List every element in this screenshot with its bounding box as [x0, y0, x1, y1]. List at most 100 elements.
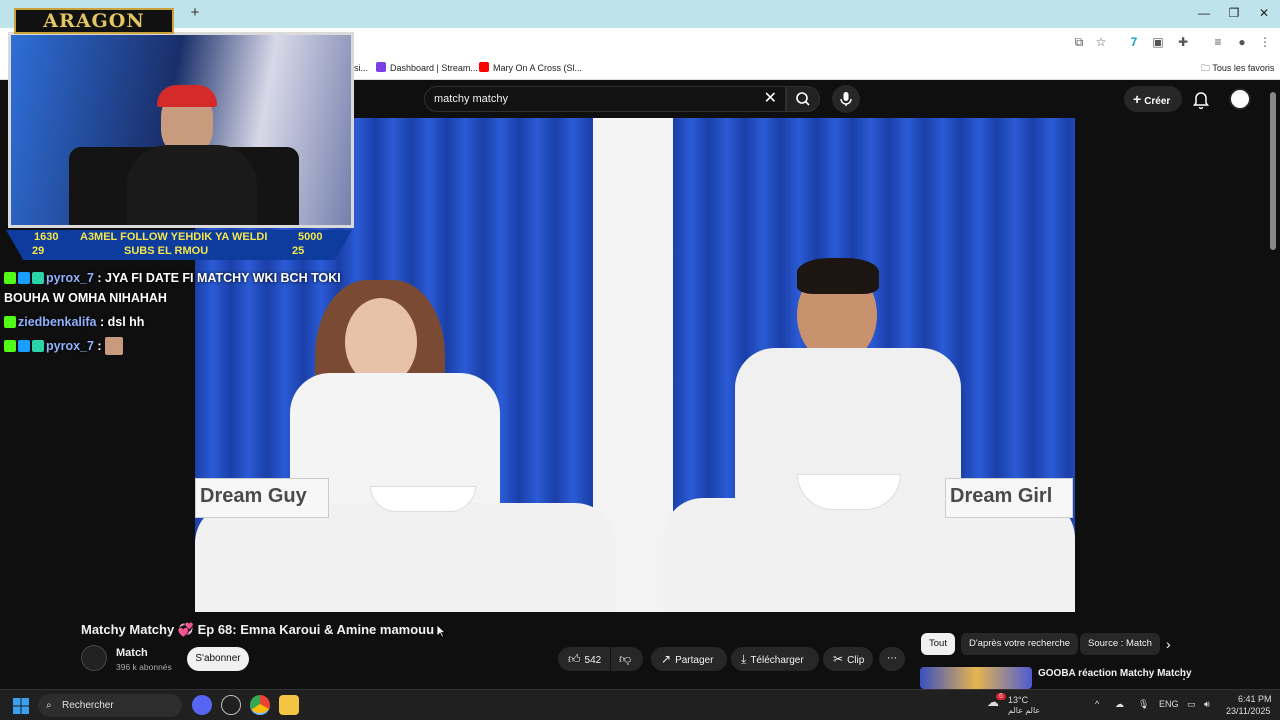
- video-title: Matchy Matchy 💞 Ep 68: Emna Karoui & Ami…: [81, 622, 435, 637]
- maximize-button[interactable]: ❐: [1227, 6, 1241, 20]
- cast-icon[interactable]: ⧉: [1072, 35, 1086, 49]
- file-explorer-icon[interactable]: [279, 695, 299, 715]
- share-icon: ↗: [661, 652, 672, 666]
- dislike-button[interactable]: 👎︎: [611, 647, 643, 671]
- kick-badge-icon: [4, 316, 16, 328]
- recommendation-thumbnail[interactable]: [920, 667, 1032, 689]
- more-actions-button[interactable]: ⋯: [879, 647, 905, 671]
- chevron-right-icon[interactable]: ›: [1166, 636, 1171, 652]
- screenshot-icon[interactable]: ▣: [1151, 35, 1165, 49]
- stat-followers: 1630: [34, 231, 59, 243]
- obs-icon[interactable]: [221, 695, 241, 715]
- emote-icon: [105, 337, 124, 355]
- chrome-icon[interactable]: [250, 695, 270, 715]
- windows-taskbar: ⌕ Rechercher ☁ 6 13°C عالم عالم ^ ☁ 🎙︎ EN…: [0, 689, 1280, 720]
- channel-avatar[interactable]: [81, 645, 107, 671]
- man-hair: [797, 258, 879, 294]
- share-button[interactable]: ↗ Partager: [651, 647, 727, 671]
- chat-message: pyrox_7 : JYA FI DATE FI MATCHY WKI BCH …: [4, 271, 341, 305]
- close-window-button[interactable]: ✕: [1257, 6, 1271, 20]
- bookmark-mary[interactable]: Mary On A Cross (Sl...: [479, 61, 582, 75]
- plus-icon: +: [1133, 91, 1142, 107]
- clear-search-icon[interactable]: ✕: [764, 90, 777, 108]
- browser-tab-bar: + — ❐ ✕: [0, 0, 1280, 28]
- stat-banner: A3MEL FOLLOW YEHDIK YA WELDI: [80, 231, 268, 243]
- search-icon: ⌕: [46, 700, 52, 711]
- channel-name[interactable]: Match: [116, 647, 148, 659]
- chat-message: pyrox_7 :: [0, 336, 350, 356]
- profile-icon[interactable]: ●: [1235, 35, 1249, 49]
- account-avatar[interactable]: [1229, 88, 1251, 110]
- search-button[interactable]: [786, 86, 820, 112]
- dream-guy-sign: Dream Guy: [195, 478, 329, 518]
- subscriber-count: 396 k abonnés: [116, 662, 172, 672]
- extension-icon[interactable]: 7: [1127, 35, 1141, 49]
- voice-search-button[interactable]: [832, 85, 860, 113]
- discord-icon[interactable]: [192, 695, 212, 715]
- bookmark-star-icon[interactable]: ☆: [1094, 35, 1108, 49]
- windows-start-icon[interactable]: [13, 698, 29, 714]
- clock-date[interactable]: 23/11/2025: [1226, 706, 1270, 716]
- new-tab-button[interactable]: +: [188, 5, 202, 21]
- download-icon: ⤓: [741, 652, 747, 666]
- search-icon: [796, 92, 810, 106]
- network-icon[interactable]: ▭: [1187, 699, 1196, 710]
- streamlabs-icon: [376, 62, 386, 72]
- sub-badge-icon: [32, 272, 44, 284]
- bookmark-dashboard[interactable]: Dashboard | Stream...: [376, 61, 478, 75]
- chip-all[interactable]: Tout: [921, 633, 955, 655]
- tray-chevron-icon[interactable]: ^: [1095, 699, 1099, 709]
- bowl-left: [370, 486, 476, 512]
- page-scrollbar[interactable]: [1270, 92, 1276, 250]
- verified-badge-icon: [18, 340, 30, 352]
- mouse-cursor-icon: [436, 624, 446, 638]
- stat-goal: 5000: [298, 231, 323, 243]
- stream-chat: pyrox_7 : JYA FI DATE FI MATCHY WKI BCH …: [0, 268, 350, 356]
- taskbar-search[interactable]: ⌕ Rechercher: [38, 694, 182, 717]
- create-button[interactable]: + Créer: [1124, 86, 1182, 112]
- all-bookmarks[interactable]: 🗀 Tous les favoris: [1201, 61, 1274, 75]
- more-icon: ⋯: [887, 653, 897, 664]
- media-icon[interactable]: ≡: [1211, 35, 1225, 49]
- webcam-overlay: [8, 32, 354, 228]
- thumbs-down-icon: 👎︎: [619, 652, 632, 666]
- puzzle-icon[interactable]: ✚: [1176, 35, 1190, 49]
- language-indicator[interactable]: ENG: [1159, 699, 1179, 709]
- stat-subs-goal: 25: [292, 245, 305, 257]
- aragon-logo: ARAGON: [14, 8, 174, 34]
- sub-badge-icon: [32, 340, 44, 352]
- notification-badge: 6: [996, 693, 1006, 700]
- stat-subs: 29: [32, 245, 45, 257]
- stream-stats-bar: 1630 A3MEL FOLLOW YEHDIK YA WELDI 5000 2…: [6, 230, 352, 260]
- notifications-bell-icon[interactable]: [1192, 89, 1210, 109]
- chip-from-source[interactable]: Source : Match: [1080, 633, 1160, 655]
- folder-icon: 🗀: [1201, 63, 1213, 73]
- dream-girl-sign: Dream Girl: [945, 478, 1073, 518]
- recommendation-more-icon[interactable]: ⋮: [1178, 668, 1190, 682]
- mic-tray-icon[interactable]: 🎙︎: [1138, 699, 1149, 710]
- screen: + — ❐ ✕ ⧉ ☆ 7 ▣ ✚ ≡ ● ⋮ si... Dashboard …: [0, 0, 1280, 720]
- streamer-hoodie: [127, 145, 257, 225]
- download-button[interactable]: ⤓ Télécharger: [731, 647, 819, 671]
- chip-based-on-search[interactable]: D'après votre recherche: [961, 633, 1079, 655]
- clip-button[interactable]: ✂ Clip: [823, 647, 873, 671]
- menu-icon[interactable]: ⋮: [1258, 35, 1272, 49]
- search-input[interactable]: matchy matchy ✕: [424, 86, 786, 112]
- clock-time[interactable]: 6:41 PM: [1238, 694, 1272, 704]
- chat-message: ziedbenkalifa : dsl hh: [0, 312, 350, 332]
- weather-temp: 13°C: [1008, 695, 1029, 705]
- bookmark-partial[interactable]: si...: [354, 61, 368, 75]
- recommendation-title[interactable]: GOOBA réaction Matchy Matchy: [1038, 668, 1192, 679]
- onedrive-icon[interactable]: ☁: [1115, 699, 1124, 710]
- red-cap: [157, 85, 217, 107]
- stat-subs-label: SUBS EL RMOU: [124, 245, 209, 257]
- table-left: [195, 503, 615, 612]
- volume-icon[interactable]: 🔊︎: [1204, 699, 1210, 710]
- subscribe-button[interactable]: S'abonner: [187, 647, 249, 671]
- kick-badge-icon: [4, 272, 16, 284]
- youtube-icon: [479, 62, 489, 72]
- like-button[interactable]: 👍︎ 542: [558, 647, 610, 671]
- kick-badge-icon: [4, 340, 16, 352]
- minimize-button[interactable]: —: [1197, 6, 1211, 20]
- microphone-icon: [840, 92, 852, 106]
